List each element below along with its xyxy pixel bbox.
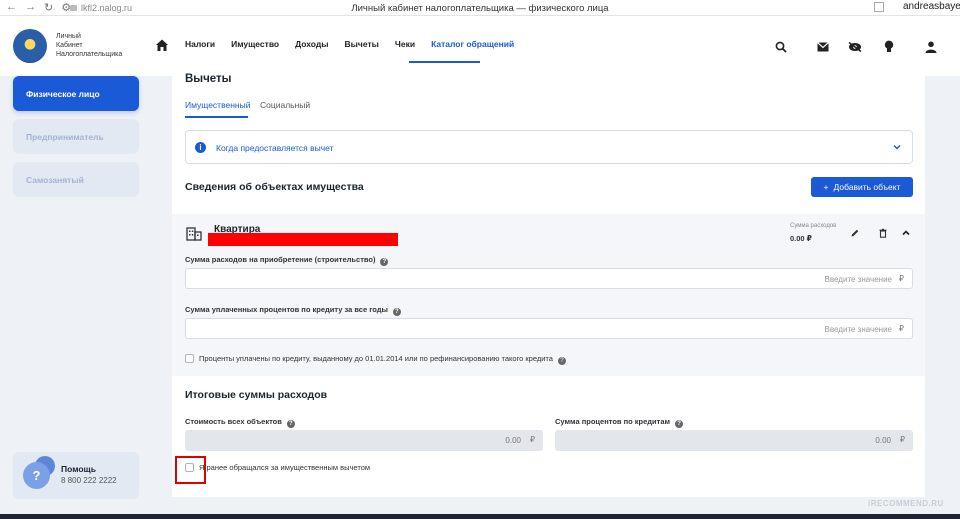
refinance-checkbox[interactable] — [185, 354, 194, 363]
ruble-icon: ₽ — [899, 435, 905, 444]
logo-text: Личный Кабинет Налогоплательщика — [56, 33, 123, 58]
profile-button[interactable] — [916, 32, 945, 61]
property-sum-label: Сумма расходов — [790, 223, 837, 229]
interest-label: Сумма уплаченных процентов по кредиту за… — [185, 305, 401, 316]
reload-icon[interactable]: ↻ — [44, 1, 53, 14]
tab-property[interactable]: Имущественный — [185, 100, 250, 110]
mail-icon — [816, 41, 829, 51]
info-accordion[interactable]: i Когда предоставляется вычет — [185, 130, 913, 164]
taskbar-strip — [0, 514, 960, 519]
chevron-up-icon[interactable] — [901, 228, 911, 238]
nav-catalog[interactable]: Каталог обращений — [431, 39, 514, 49]
fns-logo[interactable] — [13, 29, 47, 63]
page-title: Вычеты — [185, 73, 232, 85]
chevron-down-icon — [893, 144, 901, 150]
home-icon[interactable] — [155, 38, 169, 52]
help-icon: ? — [23, 462, 50, 489]
plus-icon: + — [823, 182, 829, 192]
help-widget[interactable]: ? Помощь 8 800 222 2222 — [13, 452, 139, 499]
url-text: lkfl2.nalog.ru — [81, 3, 133, 13]
info-text: Когда предоставляется вычет — [216, 143, 334, 153]
mail-button[interactable] — [808, 32, 837, 61]
nav-receipts[interactable]: Чеки — [395, 39, 415, 49]
address-bar[interactable]: lkfl2.nalog.ru — [70, 3, 132, 13]
info-icon: i — [195, 142, 206, 153]
browser-chrome: ← → ↻ ⚙ lkfl2.nalog.ru Личный кабинет на… — [0, 0, 960, 16]
help-question-icon[interactable]: ? — [557, 357, 566, 365]
nav-property[interactable]: Имущество — [231, 39, 279, 49]
totals-title: Итоговые суммы расходов — [185, 389, 328, 401]
back-icon[interactable]: ← — [6, 1, 17, 14]
sidebar-item-selfemployed[interactable]: Самозанятый — [13, 162, 139, 197]
window-button[interactable] — [874, 2, 884, 12]
ruble-icon: ₽ — [529, 435, 535, 444]
refinance-label: Проценты уплачены по кредиту, выданному … — [199, 354, 566, 365]
nav-income[interactable]: Доходы — [295, 39, 328, 49]
objects-title: Сведения об объектах имущества — [185, 181, 364, 193]
site-header: Личный Кабинет Налогоплательщика Налоги … — [0, 16, 960, 76]
help-question-icon[interactable]: ? — [286, 420, 295, 428]
ruble-icon: ₽ — [898, 274, 904, 283]
expense-input[interactable]: Введите значение ₽ — [185, 268, 913, 289]
interest-input[interactable]: Введите значение ₽ — [185, 318, 913, 339]
edit-icon[interactable] — [850, 228, 860, 238]
interest-sum-label: Сумма процентов по кредитам? — [555, 417, 684, 428]
sidebar-item-entrepreneur[interactable]: Предприниматель — [13, 119, 139, 154]
help-question-icon[interactable]: ? — [392, 308, 401, 316]
nav-taxes[interactable]: Налоги — [185, 39, 215, 49]
hide-icon — [848, 41, 861, 52]
search-button[interactable] — [766, 32, 795, 61]
expense-label: Сумма расходов на приобретение (строител… — [185, 255, 389, 266]
nav-active-indicator — [409, 61, 480, 63]
objects-cost-label: Стоимость всех объектов? — [185, 417, 295, 428]
lock-icon — [70, 5, 77, 11]
help-question-icon[interactable]: ? — [675, 420, 684, 428]
previous-deduction-label: Я ранее обращался за имущественным вычет… — [199, 463, 371, 472]
nav-deductions[interactable]: Вычеты — [345, 39, 379, 49]
tab-active-indicator — [185, 116, 248, 118]
add-object-button[interactable]: + Добавить объект — [811, 177, 913, 197]
browser-nav: ← → ↻ ⚙ — [6, 1, 71, 14]
interest-sum-field: 0.00 ₽ — [555, 430, 913, 451]
help-phone: 8 800 222 2222 — [61, 476, 117, 485]
lightbulb-icon — [884, 40, 893, 52]
building-icon — [186, 227, 202, 241]
property-sum-value: 0.00 ₽ — [790, 234, 812, 243]
tab-social[interactable]: Социальный — [260, 100, 310, 110]
hide-data-button[interactable] — [840, 32, 869, 61]
search-icon — [775, 41, 787, 53]
annotation-highlight — [175, 456, 206, 484]
forward-icon[interactable]: → — [25, 1, 36, 14]
help-title: Помощь — [61, 464, 96, 474]
help-question-icon[interactable]: ? — [380, 258, 389, 266]
trash-icon[interactable] — [878, 228, 888, 238]
profile-icon — [925, 41, 936, 53]
sidebar-item-individual[interactable]: Физическое лицо — [13, 76, 139, 111]
watermark: iRECOMMEND.RU — [868, 499, 944, 508]
tips-button[interactable] — [874, 32, 903, 61]
redacted-address — [208, 233, 398, 246]
objects-cost-field: 0.00 ₽ — [185, 430, 543, 451]
main-nav: Налоги Имущество Доходы Вычеты Чеки Ката… — [185, 39, 514, 49]
browser-user: andreasbayer — [903, 1, 960, 12]
ruble-icon: ₽ — [898, 324, 904, 333]
window-title: Личный кабинет налогоплательщика — физич… — [351, 3, 609, 14]
